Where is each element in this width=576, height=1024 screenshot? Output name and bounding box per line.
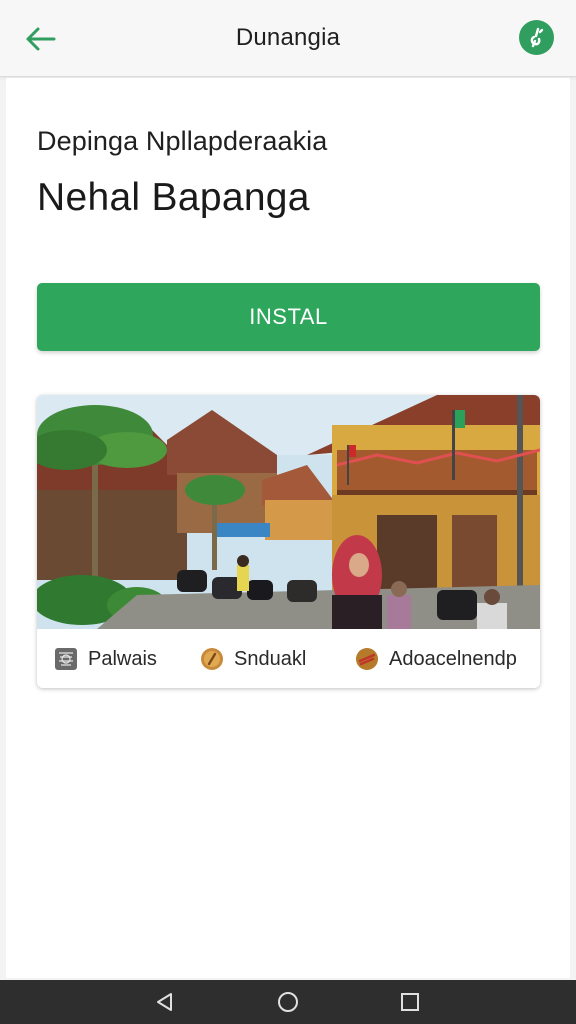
bronze-coin-icon	[201, 648, 223, 670]
preview-image	[37, 395, 540, 629]
square-recents-icon	[401, 993, 419, 1011]
pattern-icon	[55, 648, 77, 670]
tag-row: Palwais Snduakl Adoacelnendp	[37, 629, 540, 688]
top-app-bar: Dunangia	[0, 0, 576, 77]
app-badge-button[interactable]	[519, 20, 554, 55]
app-title: Dunangia	[235, 24, 341, 51]
page-subtitle: Depinga Npllapderaakia	[37, 126, 328, 156]
system-nav-bar	[0, 980, 576, 1024]
tag-snduakl[interactable]: Snduakl	[200, 646, 306, 672]
tag-adoacelnendp[interactable]: Adoacelnendp	[355, 646, 517, 672]
tag-label: Snduakl	[234, 647, 307, 670]
app-screen: Dunangia Depinga Npllapderaakia Nehal Ba…	[0, 0, 576, 1024]
triangle-back-icon	[157, 993, 172, 1011]
nav-back-button[interactable]	[152, 989, 178, 1015]
install-button[interactable]: INSTAL	[37, 283, 540, 351]
tag-label: Palwais	[88, 647, 157, 670]
circle-home-icon	[278, 992, 298, 1012]
tag-label: Adoacelnendp	[389, 647, 517, 670]
nav-home-button[interactable]	[275, 989, 301, 1015]
preview-card[interactable]: Palwais Snduakl Adoacelnendp	[37, 395, 540, 688]
page-title: Nehal Bapanga	[37, 176, 310, 219]
striped-coin-icon	[356, 648, 378, 670]
tag-palwais[interactable]: Palwais	[54, 646, 157, 672]
main-content: Depinga Npllapderaakia Nehal Bapanga INS…	[6, 78, 570, 978]
app-badge-icon	[530, 27, 543, 47]
nav-recents-button[interactable]	[397, 989, 423, 1015]
